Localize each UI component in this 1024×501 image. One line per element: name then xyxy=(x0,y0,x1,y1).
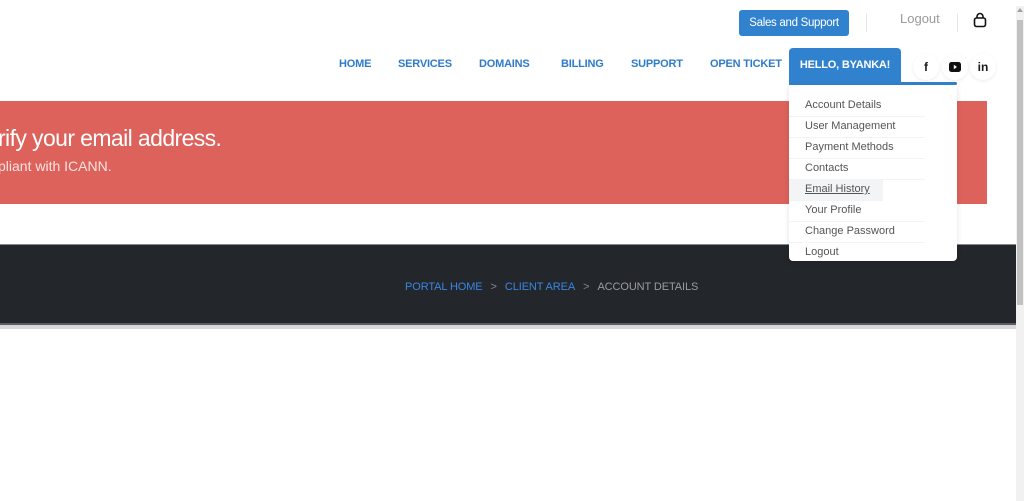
menu-item-payment-methods[interactable]: Payment Methods xyxy=(789,137,925,159)
breadcrumb-separator: > xyxy=(490,281,497,293)
nav-domains[interactable]: DOMAINS xyxy=(479,58,530,70)
divider xyxy=(957,14,958,32)
divider xyxy=(866,14,867,32)
scrollbar-thumb[interactable] xyxy=(1017,20,1023,305)
user-dropdown-menu: Account Details User Management Payment … xyxy=(789,85,957,261)
user-menu-button[interactable]: HELLO, BYANKA! xyxy=(789,48,901,82)
menu-item-account-details[interactable]: Account Details xyxy=(789,95,925,117)
menu-item-email-history[interactable]: Email History xyxy=(789,179,883,201)
logout-link[interactable]: Logout xyxy=(900,11,940,26)
alert-title: rify your email address. xyxy=(0,125,222,151)
menu-item-user-management[interactable]: User Management xyxy=(789,116,925,138)
linkedin-icon[interactable]: in xyxy=(970,54,996,80)
breadcrumb-separator: > xyxy=(583,281,590,293)
scroll-up-arrow-icon[interactable] xyxy=(1017,8,1023,12)
menu-item-change-password[interactable]: Change Password xyxy=(789,221,925,243)
band-shadow xyxy=(0,325,1016,329)
breadcrumb-current: ACCOUNT DETAILS xyxy=(597,281,699,293)
breadcrumb-client-area[interactable]: CLIENT AREA xyxy=(505,281,575,293)
facebook-icon[interactable]: f xyxy=(913,54,939,80)
nav-services[interactable]: SERVICES xyxy=(398,58,452,70)
shopping-bag-icon[interactable] xyxy=(972,12,988,28)
page: Sales and Support Logout HOME SERVICES D… xyxy=(0,0,1016,495)
sales-and-support-button[interactable]: Sales and Support xyxy=(739,10,849,36)
breadcrumb: PORTAL HOME > CLIENT AREA > ACCOUNT DETAILS xyxy=(405,281,698,293)
menu-item-your-profile[interactable]: Your Profile xyxy=(789,200,925,222)
vertical-scrollbar[interactable] xyxy=(1016,6,1024,501)
breadcrumb-portal-home[interactable]: PORTAL HOME xyxy=(405,281,483,293)
nav-home[interactable]: HOME xyxy=(339,58,371,70)
menu-item-logout[interactable]: Logout xyxy=(789,242,925,263)
alert-subtitle: pliant with ICANN. xyxy=(0,158,112,174)
youtube-icon[interactable] xyxy=(942,54,968,80)
menu-item-contacts[interactable]: Contacts xyxy=(789,158,925,180)
nav-support[interactable]: SUPPORT xyxy=(631,58,683,70)
nav-billing[interactable]: BILLING xyxy=(561,58,604,70)
youtube-glyph xyxy=(949,62,961,72)
nav-open-ticket[interactable]: OPEN TICKET xyxy=(710,58,782,70)
